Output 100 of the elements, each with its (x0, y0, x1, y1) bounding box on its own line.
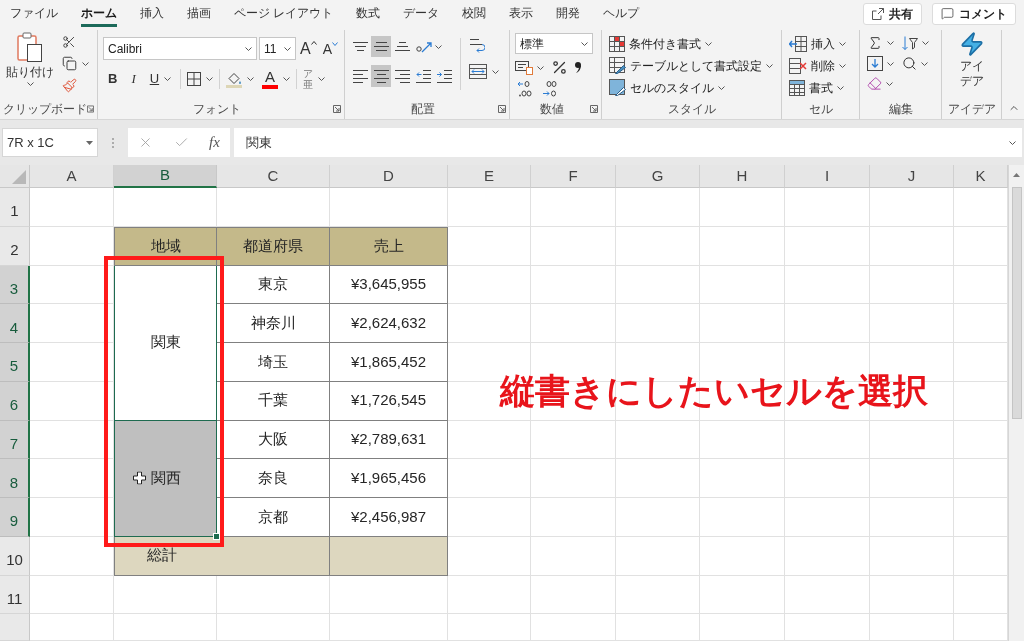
fill-button[interactable] (867, 56, 894, 71)
menu-tab[interactable]: 描画 (187, 0, 211, 27)
column-header[interactable]: G (616, 165, 700, 188)
row-header[interactable]: 1 (0, 188, 30, 227)
style-menu-button[interactable]: セルのスタイル (609, 78, 773, 97)
name-box[interactable]: 7R x 1C (2, 128, 98, 157)
table-header-cell: 都道府県 (217, 226, 330, 266)
phonetic-guide-button[interactable]: ア亜 (301, 68, 328, 90)
caret-icon (837, 85, 844, 90)
bold-button[interactable]: B (103, 69, 123, 89)
insert-function-button[interactable]: fx (208, 131, 220, 154)
clipboard-icon (17, 32, 43, 62)
column-header[interactable]: A (30, 165, 114, 188)
row-header[interactable]: 8 (0, 459, 30, 498)
share-button[interactable]: 共有 (863, 2, 922, 25)
caret-icon (839, 41, 846, 46)
menu-tab[interactable]: 校閲 (462, 0, 487, 27)
copy-button[interactable] (61, 55, 90, 72)
menu-tab[interactable]: ページ レイアウト (234, 0, 334, 27)
scrollbar-thumb[interactable] (1011, 187, 1022, 419)
cells-menu-button[interactable]: 書式 (789, 78, 846, 97)
autosum-button[interactable] (867, 35, 894, 51)
column-header[interactable]: D (330, 165, 448, 188)
wrap-text-button[interactable] (467, 37, 487, 53)
vertical-scrollbar[interactable] (1008, 165, 1024, 641)
sort-filter-button[interactable] (902, 35, 929, 51)
row-header[interactable]: 6 (0, 381, 30, 421)
formula-input[interactable]: 関東 (234, 128, 1022, 157)
menu-tab[interactable]: ヘルプ (603, 0, 640, 27)
row-header[interactable]: 7 (0, 420, 30, 460)
format-painter-button[interactable] (61, 77, 78, 94)
ideas-button[interactable]: アイデア (958, 31, 985, 89)
cells-menu-button[interactable]: 削除 (789, 56, 846, 75)
region-cell: 関東 (114, 265, 217, 421)
row-header[interactable]: 9 (0, 498, 30, 537)
dialog-launcher-icon[interactable] (498, 104, 506, 113)
style-menu-button[interactable]: テーブルとして書式設定 (609, 56, 773, 75)
cut-button[interactable] (61, 34, 77, 50)
increase-decimal-button[interactable] (517, 81, 532, 97)
merge-center-button[interactable] (467, 64, 501, 79)
dialog-launcher-icon[interactable] (590, 104, 598, 113)
row-header[interactable]: 11 (0, 575, 30, 615)
caret-icon (921, 61, 928, 66)
column-header[interactable]: B (114, 165, 217, 188)
italic-button[interactable]: I (126, 69, 141, 89)
column-header[interactable]: H (700, 165, 785, 188)
menu-tab[interactable]: 表示 (509, 0, 534, 27)
paste-button[interactable]: 貼り付け (5, 32, 55, 94)
menu-tab[interactable]: データ (403, 0, 440, 27)
eraser-icon (867, 76, 882, 91)
caret-icon (206, 77, 214, 81)
borders-button[interactable] (185, 72, 216, 86)
row-header[interactable]: 2 (0, 226, 30, 266)
font-name-select[interactable]: Calibri (103, 37, 257, 60)
accounting-format-button[interactable] (515, 60, 544, 75)
shrink-font-button[interactable]: A (320, 41, 340, 56)
caret-icon (581, 41, 588, 46)
dialog-launcher-icon[interactable] (333, 104, 341, 113)
underline-button[interactable]: U (144, 69, 177, 89)
column-header[interactable]: C (217, 165, 330, 188)
comma-style-button[interactable] (575, 62, 581, 73)
percent-style-button[interactable] (551, 59, 568, 76)
fill-handle[interactable] (213, 532, 220, 540)
orientation-button[interactable] (413, 39, 442, 54)
column-header[interactable]: E (448, 165, 531, 188)
row-header[interactable]: 5 (0, 343, 30, 382)
cell-pen-icon (609, 79, 626, 96)
copy-icon (62, 56, 77, 71)
sales-cell: ¥2,624,632 (330, 304, 448, 343)
column-header[interactable]: F (531, 165, 616, 188)
horizontal-align-button[interactable] (371, 65, 391, 87)
style-menu-button[interactable]: 条件付き書式 (609, 34, 773, 53)
insert-cells-icon (789, 35, 807, 52)
font-color-button[interactable]: A (260, 69, 293, 89)
font-size-select[interactable]: 11 (259, 37, 296, 60)
row-header[interactable]: 10 (0, 536, 30, 576)
dialog-launcher-icon[interactable] (87, 104, 94, 113)
corner-triangle-icon (12, 170, 26, 184)
row-header[interactable]: 3 (0, 265, 30, 305)
grow-font-button[interactable]: A (298, 40, 319, 57)
column-header[interactable]: K (954, 165, 1008, 188)
decrease-decimal-button[interactable] (542, 81, 557, 97)
cells-menu-button[interactable]: 挿入 (789, 34, 846, 53)
column-header[interactable]: J (870, 165, 954, 188)
menu-tab[interactable]: ファイル (10, 0, 58, 27)
menu-tab[interactable]: 数式 (356, 0, 381, 27)
column-header[interactable]: I (785, 165, 870, 188)
search-icon (902, 56, 917, 71)
find-button[interactable] (902, 56, 929, 71)
comment-button[interactable]: コメント (932, 2, 1016, 25)
prefecture-cell: 奈良 (217, 459, 330, 498)
clear-button[interactable] (867, 76, 894, 91)
menu-tab[interactable]: 開発 (556, 0, 581, 27)
increase-decimal-icon (517, 81, 532, 97)
row-header[interactable]: 4 (0, 304, 30, 343)
fill-color-button[interactable] (224, 70, 257, 88)
caret-icon (164, 77, 172, 81)
menu-tab[interactable]: 挿入 (140, 0, 164, 27)
number-format-select[interactable]: 標準 (515, 33, 593, 54)
vertical-align-button[interactable] (371, 36, 391, 57)
